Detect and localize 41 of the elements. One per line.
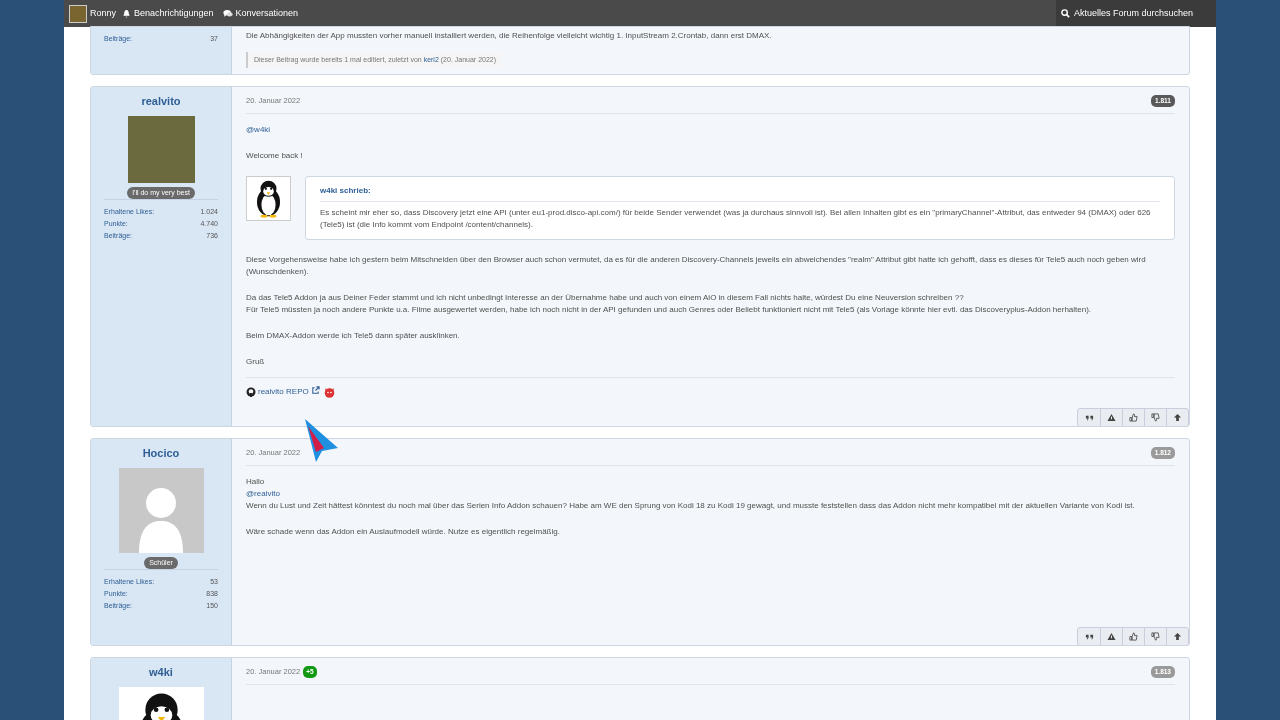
chat-icon (222, 9, 233, 18)
warning-icon (1107, 632, 1116, 641)
arrow-up-icon (1173, 632, 1182, 641)
text-line: Für Tele5 müssten ja noch andere Punkte u.a. Filme ausgewertet werden, habe ich noch nicht in der API gefunden und auch Genres oder Beliebt funktioniert nicht mit Tele5 (als Vorlage könnte hier evtl. das Discoveryplus-Addon herhalten). (246, 304, 1093, 316)
user-menu[interactable]: Ronny (69, 4, 116, 23)
nav-link[interactable]: Benachrichtigungen (122, 6, 214, 21)
devil-emoji-icon (323, 386, 335, 398)
thumbs-up-icon (1129, 413, 1138, 422)
thumbs-down-icon (1151, 632, 1160, 641)
text-line: Hallo (246, 476, 266, 488)
nav-link[interactable]: Konversationen (222, 6, 299, 21)
text-line: Wäre schade wenn das Addon ein Auslaufmodell würde. Nutze es eigentlich regelmäßig. (246, 526, 561, 538)
username[interactable]: w4ki (149, 664, 173, 681)
text-line: Die Abhängigkeiten der App mussten vorher manuell installiert werden, die Reihenfolge vielleicht wichtig 1. InputStream 2.Crontab, dann erst DMAX. (246, 30, 773, 42)
thumbs-down-icon (1151, 413, 1160, 422)
thumbs-up-icon (1129, 632, 1138, 641)
repo-link[interactable]: realvito REPO (258, 386, 320, 398)
arrow-up-icon (1173, 413, 1182, 422)
text-line: Da das Tele5 Addon ja aus Deiner Feder stammt und ich nicht unbedingt Interesse an der Übernahme habe und auch von einem AiO in diesem Fall nichts halte, würdest Du eine Neuversion schreiben ?? (246, 292, 965, 304)
link[interactable]: @realvito (246, 489, 280, 498)
photo-placeholder (127, 115, 195, 183)
quote-icon (1084, 413, 1094, 422)
link[interactable]: @w4ki (246, 125, 271, 134)
bell-icon (122, 9, 131, 18)
quote-text: Es scheint mir eher so, dass Discovery jetzt eine API (unter eu1-prod.disco-api.com/) für beide Sender verwendet (was ja durchaus sinnvoll ist). Bei allen Inhalten gibt es ein "primaryChannel"-Attribut, das entweder 94 (DMAX) oder 626 (Tele5) ist (die Info kommt vom Endpoint /content/channels). (320, 207, 1152, 231)
text-line: Welcome back ! (246, 150, 304, 162)
username[interactable]: Hocico (142, 445, 180, 462)
text-line: Diese Vorgehensweise habe ich gestern beim Mitschneiden über den Browser auch schon vermutet, da es für die anderen Discovery-Channels jeweils ein abweichendes "realm" Attribut gibt hatte ich gehofft, dass es dieses für Tele5 auch noch geben wird (Wunschdenken). (246, 254, 1147, 278)
text-line: Beim DMAX-Addon werde ich Tele5 dann später ausklinken. (246, 330, 461, 342)
search-button[interactable]: Aktuelles Forum durchsuchen (1056, 0, 1216, 27)
cursor-icon (304, 418, 340, 462)
search-icon (1061, 9, 1070, 18)
username[interactable]: realvito (141, 93, 181, 110)
text-line: Wenn du Lust und Zeit hättest könntest du noch mal über das Serien Info Addon schauen? Habe am WE den Sprung von Kodi 18 zu Kodi 19 gewagt, und musste feststellen dass das Addon nicht mehr kompatibel mit der aktuellen Variante von Kodi ist. (246, 500, 1136, 512)
user-avatar (69, 4, 87, 23)
warning-icon (1107, 413, 1116, 422)
text-line: Gruß (246, 356, 266, 368)
quote-author[interactable]: w4ki schrieb: (320, 185, 1160, 202)
quote-icon (1084, 632, 1094, 641)
penguin-avatar (246, 176, 291, 221)
github-icon (246, 387, 256, 397)
